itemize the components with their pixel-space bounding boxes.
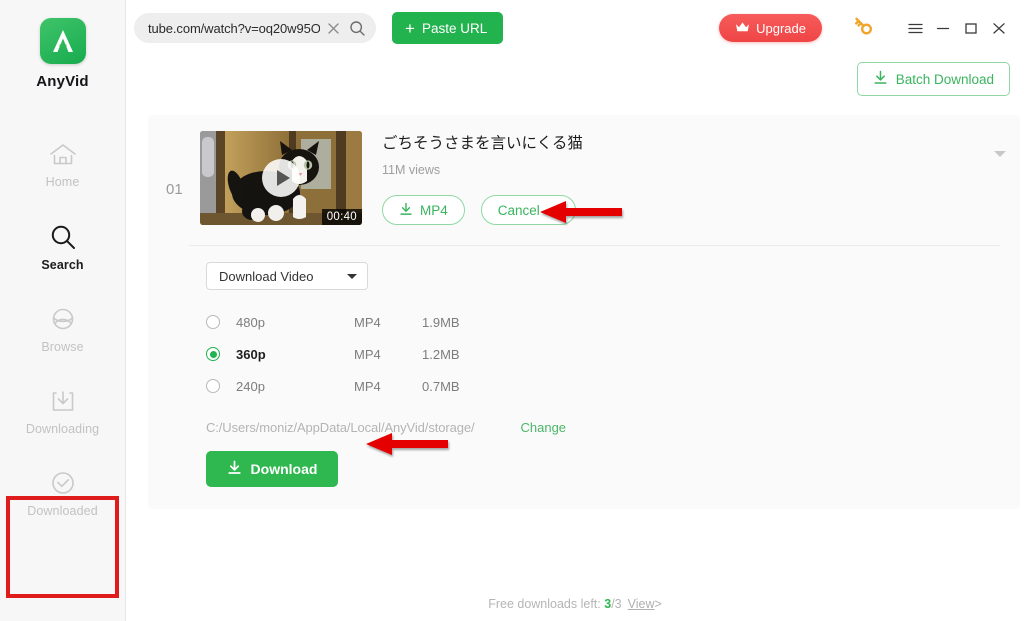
cancel-label: Cancel xyxy=(497,202,540,218)
home-icon xyxy=(48,142,78,168)
batch-download-label: Batch Download xyxy=(895,71,994,87)
view-chevron: > xyxy=(654,597,662,611)
quality-format: MP4 xyxy=(354,314,381,330)
video-thumbnail[interactable]: 00:40 xyxy=(200,131,362,225)
chevron-up-icon xyxy=(547,203,559,218)
search-submit-icon[interactable] xyxy=(346,17,368,39)
video-meta: ごちそうさまを言いにくる猫 11M views MP4 Cancel xyxy=(362,131,1002,226)
download-mode-select[interactable]: Download Video xyxy=(206,262,368,291)
sidebar-item-downloading[interactable]: Downloading xyxy=(0,370,125,452)
download-mode-value: Download Video xyxy=(219,268,314,284)
clear-search-icon[interactable] xyxy=(322,17,344,39)
save-path-row: C:/Users/moniz/AppData/Local/AnyVid/stor… xyxy=(206,420,1020,435)
quality-format: MP4 xyxy=(354,346,381,362)
download-icon xyxy=(873,70,888,88)
main-content: tube.com/watch?v=oq20w95OlSY + Paste URL xyxy=(126,0,1024,621)
top-bar: tube.com/watch?v=oq20w95OlSY + Paste URL xyxy=(126,0,1024,56)
video-card-header: 01 00:40 ごちそうさまを言いにくる猫 11M views MP4 Can… xyxy=(148,131,1020,226)
crown-icon xyxy=(735,21,750,36)
hamburger-icon[interactable] xyxy=(902,15,928,41)
sidebar-item-label: Browse xyxy=(41,339,84,354)
video-title: ごちそうさまを言いにくる猫 xyxy=(382,134,583,152)
change-path-link[interactable]: Change xyxy=(521,420,567,435)
app-window: AnyVid Home Search Browse Downloading Do… xyxy=(0,0,1024,621)
close-icon[interactable] xyxy=(986,15,1012,41)
browse-icon xyxy=(49,305,77,333)
video-index: 01 xyxy=(166,181,183,198)
save-path: C:/Users/moniz/AppData/Local/AnyVid/stor… xyxy=(206,420,475,436)
search-bar[interactable]: tube.com/watch?v=oq20w95OlSY xyxy=(134,13,376,43)
batch-download-row: Batch Download xyxy=(126,56,1024,102)
upgrade-label: Upgrade xyxy=(756,20,806,36)
key-icon[interactable] xyxy=(852,14,876,43)
video-views: 11M views xyxy=(382,163,441,178)
collapse-card-button[interactable] xyxy=(994,151,1006,175)
maximize-icon[interactable] xyxy=(958,15,984,41)
quality-option-360p[interactable]: 360p MP4 1.2MB xyxy=(206,338,1020,370)
mp4-label: MP4 xyxy=(420,202,448,218)
quality-size: 1.2MB xyxy=(422,346,460,362)
download-icon xyxy=(399,202,413,219)
sidebar-item-label: Search xyxy=(41,257,84,272)
paste-url-button[interactable]: + Paste URL xyxy=(392,12,504,44)
download-icon xyxy=(227,460,242,478)
sidebar-item-label: Home xyxy=(45,174,80,189)
quality-option-240p[interactable]: 240p MP4 0.7MB xyxy=(206,370,1020,402)
sidebar-item-label: Downloaded xyxy=(27,503,98,518)
sidebar-item-label: Downloading xyxy=(25,421,100,436)
batch-download-button[interactable]: Batch Download xyxy=(856,62,1010,96)
footer-status: Free downloads left: 3/3 View> xyxy=(126,597,1024,611)
top-bar-right: Upgrade xyxy=(719,14,1012,43)
chevron-down-icon xyxy=(994,151,1006,174)
quality-list: 480p MP4 1.9MB 360p MP4 1.2MB 240p MP4 0… xyxy=(206,306,1020,402)
search-icon xyxy=(49,223,77,251)
play-button[interactable] xyxy=(262,159,300,197)
video-card: 01 00:40 ごちそうさまを言いにくる猫 11M views MP4 Can… xyxy=(148,115,1020,510)
search-input[interactable]: tube.com/watch?v=oq20w95OlSY xyxy=(148,21,320,36)
anyvid-logo-icon xyxy=(39,18,86,64)
sidebar-item-browse[interactable]: Browse xyxy=(0,288,125,370)
mp4-download-button[interactable]: MP4 xyxy=(382,195,465,226)
quality-size: 1.9MB xyxy=(422,314,460,330)
free-downloads-total: /3 xyxy=(611,597,622,611)
free-downloads-prefix: Free downloads left: xyxy=(488,597,605,611)
downloading-icon xyxy=(49,387,77,415)
radio-icon[interactable] xyxy=(206,347,220,362)
paste-url-label: Paste URL xyxy=(421,20,488,36)
app-logo: AnyVid xyxy=(0,0,125,90)
download-label: Download xyxy=(250,461,318,478)
cancel-button[interactable]: Cancel xyxy=(480,195,576,226)
quality-size: 0.7MB xyxy=(422,378,460,394)
downloaded-icon xyxy=(49,469,77,497)
view-link[interactable]: View xyxy=(628,597,655,611)
minimize-icon[interactable] xyxy=(930,15,956,41)
app-name: AnyVid xyxy=(36,73,89,90)
upgrade-button[interactable]: Upgrade xyxy=(719,14,822,42)
download-options: Download Video 480p MP4 1.9MB 360p MP4 1… xyxy=(148,246,1020,488)
download-button[interactable]: Download xyxy=(206,451,338,488)
chevron-down-icon xyxy=(347,273,357,279)
quality-format: MP4 xyxy=(354,378,381,394)
sidebar: AnyVid Home Search Browse Downloading Do… xyxy=(0,0,126,621)
quality-label: 480p xyxy=(236,314,265,330)
sidebar-item-downloaded[interactable]: Downloaded xyxy=(0,452,125,534)
quality-option-480p[interactable]: 480p MP4 1.9MB xyxy=(206,306,1020,338)
radio-icon[interactable] xyxy=(206,315,220,330)
radio-icon[interactable] xyxy=(206,379,220,394)
video-actions: MP4 Cancel xyxy=(382,195,1002,226)
window-controls xyxy=(902,15,1012,41)
quality-label: 240p xyxy=(236,378,265,394)
plus-icon: + xyxy=(405,18,415,38)
sidebar-nav: Home Search Browse Downloading Downloade… xyxy=(0,124,125,534)
quality-label: 360p xyxy=(236,346,266,362)
video-duration: 00:40 xyxy=(321,209,362,225)
sidebar-item-search[interactable]: Search xyxy=(0,206,125,288)
sidebar-item-home[interactable]: Home xyxy=(0,124,125,206)
